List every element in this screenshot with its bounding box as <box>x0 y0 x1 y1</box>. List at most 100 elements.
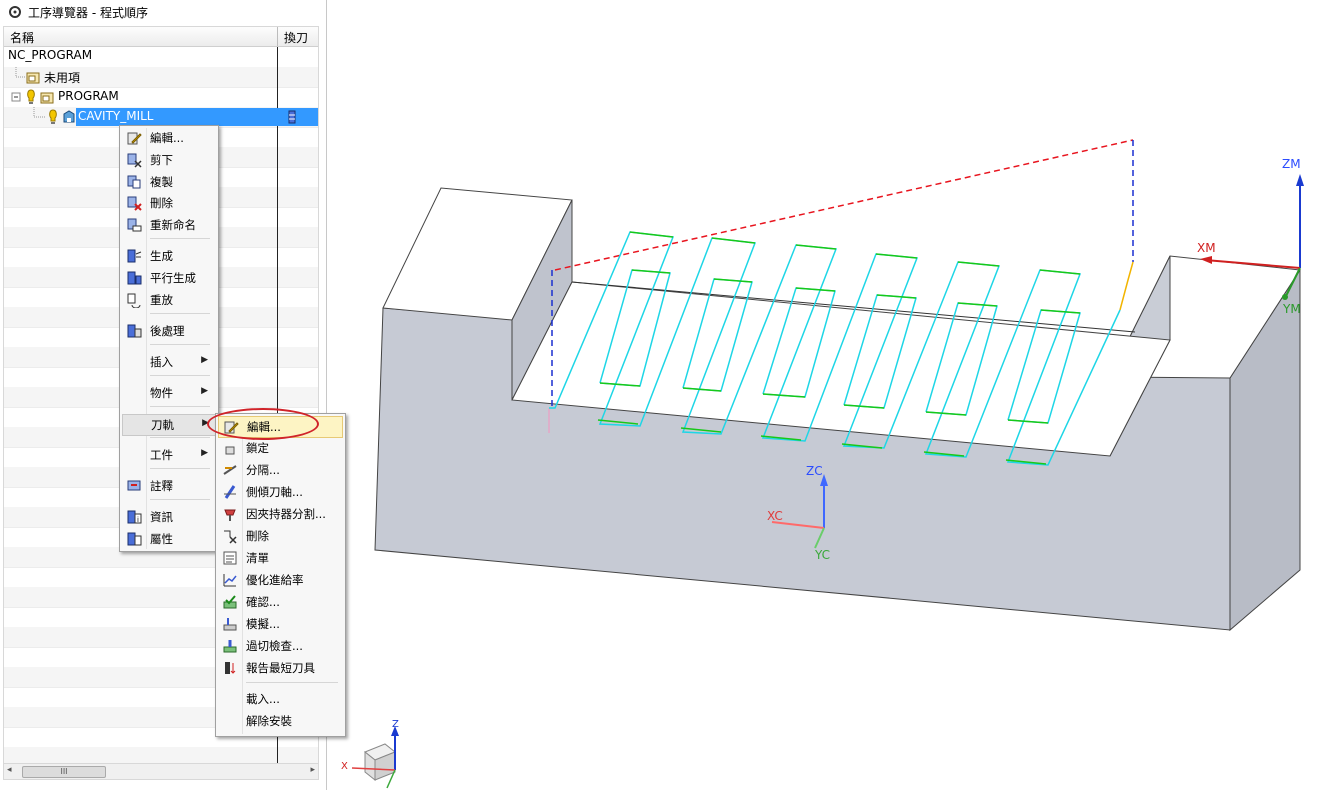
menu-item-workpiece[interactable]: 工件 ▶ <box>122 445 214 465</box>
tree-row-label: PROGRAM <box>58 89 119 103</box>
tree-row-label: NC_PROGRAM <box>8 48 93 62</box>
menu-item-insert[interactable]: 插入 ▶ <box>122 352 214 372</box>
tree-connector <box>33 107 46 118</box>
submenu-item-lock[interactable]: 鎖定 <box>218 438 341 458</box>
menu-separator <box>150 344 210 345</box>
menu-item-delete[interactable]: 刪除 <box>122 193 214 213</box>
menu-item-edit[interactable]: 編輯... <box>122 128 214 148</box>
menu-item-label: 側傾刀軸... <box>246 485 303 499</box>
highlight-circle <box>207 408 319 440</box>
menu-item-annotation[interactable]: 註釋 <box>122 476 214 496</box>
submenu-arrow-icon: ▶ <box>201 355 208 365</box>
menu-separator <box>150 313 210 314</box>
view-triad[interactable] <box>327 0 1341 790</box>
submenu-item-unload[interactable]: 解除安裝 <box>218 711 341 731</box>
menu-item-rename[interactable]: 重新命名 <box>122 215 214 235</box>
column-name[interactable]: 名稱 <box>10 29 34 46</box>
tilt-tool-axis-icon <box>222 484 238 500</box>
menu-item-label: 因夾持器分割... <box>246 507 326 521</box>
menu-item-label: 清單 <box>246 551 269 565</box>
menu-item-parallel-generate[interactable]: 平行生成 <box>122 268 214 288</box>
menu-item-label: 資訊 <box>150 510 173 524</box>
verify-icon <box>222 594 238 610</box>
tree-row-label: CAVITY_MILL <box>78 109 154 123</box>
navigator-titlebar: 工序導覽器 - 程式順序 <box>0 0 326 24</box>
horizontal-scrollbar[interactable]: ◂ III ▸ <box>3 763 319 780</box>
edit-icon <box>126 130 142 146</box>
menu-item-label: 解除安裝 <box>246 714 292 728</box>
toolpath-icon <box>127 417 143 433</box>
graphics-window[interactable]: ZC XC YC ZM XM YM Z X <box>327 0 1341 790</box>
menu-item-postprocess[interactable]: 後處理 <box>122 321 214 341</box>
scroll-thumb[interactable]: III <box>22 766 106 778</box>
menu-separator <box>150 406 210 407</box>
submenu-item-gouge-check[interactable]: 過切檢查... <box>218 636 341 656</box>
menu-item-label: 報告最短刀具 <box>246 661 315 675</box>
menu-item-label: 模擬... <box>246 617 280 631</box>
warning-bulb-icon <box>27 89 35 104</box>
menu-item-replay[interactable]: 重放 <box>122 290 214 310</box>
submenu-item-tilt-tool-axis[interactable]: 側傾刀軸... <box>218 482 341 502</box>
menu-item-label: 刪除 <box>150 196 173 210</box>
menu-item-object[interactable]: 物件 ▶ <box>122 383 214 403</box>
cut-icon <box>126 152 142 168</box>
menu-item-label: 載入... <box>246 692 280 706</box>
list-icon <box>222 550 238 566</box>
simulate-icon <box>222 616 238 632</box>
menu-separator <box>150 499 210 500</box>
submenu-item-list[interactable]: 清單 <box>218 548 341 568</box>
folder-icon <box>26 72 40 84</box>
submenu-item-optimize-feed[interactable]: 優化進給率 <box>218 570 341 590</box>
menu-item-label: 刀軌 <box>151 418 174 432</box>
menu-item-label: 工件 <box>150 448 173 462</box>
column-separator[interactable] <box>277 27 278 46</box>
split-icon <box>222 462 238 478</box>
replay-icon <box>126 292 142 309</box>
object-icon <box>126 385 142 401</box>
optimize-feed-icon <box>222 572 238 588</box>
unload-icon <box>222 713 238 729</box>
scroll-right-icon[interactable]: ▸ <box>310 765 315 775</box>
submenu-arrow-icon: ▶ <box>201 386 208 396</box>
collapse-icon[interactable] <box>10 87 24 107</box>
submenu-item-split-by-holder[interactable]: 因夾持器分割... <box>218 504 341 524</box>
submenu-arrow-icon: ▶ <box>201 448 208 458</box>
shortest-tool-icon <box>222 660 238 676</box>
column-tool-change[interactable]: 換刀 <box>284 29 308 46</box>
tree-row-nc-program[interactable]: NC_PROGRAM <box>8 48 92 62</box>
insert-icon <box>126 354 142 370</box>
gouge-check-icon <box>222 638 238 654</box>
annotation-icon <box>126 478 142 494</box>
menu-item-generate[interactable]: 生成 <box>122 246 214 266</box>
svg-text:i: i <box>137 516 139 524</box>
menu-item-label: 後處理 <box>150 324 185 338</box>
rename-icon <box>126 217 142 233</box>
menu-item-label: 屬性 <box>150 532 173 546</box>
menu-item-information[interactable]: i 資訊 <box>122 507 214 527</box>
lock-icon <box>222 440 238 456</box>
menu-item-label: 物件 <box>150 386 173 400</box>
postprocess-icon <box>126 323 142 339</box>
submenu-item-simulate[interactable]: 模擬... <box>218 614 341 634</box>
submenu-item-split[interactable]: 分隔... <box>218 460 341 480</box>
triad-x-label: X <box>341 761 348 772</box>
submenu-item-verify[interactable]: 確認... <box>218 592 341 612</box>
copy-icon <box>126 174 142 190</box>
submenu-item-delete[interactable]: 刪除 <box>218 526 341 546</box>
menu-item-label: 重新命名 <box>150 218 196 232</box>
menu-item-toolpath[interactable]: 刀軌 ▶ <box>122 414 216 436</box>
split-by-holder-icon <box>222 506 238 522</box>
menu-item-copy[interactable]: 複製 <box>122 172 214 192</box>
menu-item-properties[interactable]: 屬性 <box>122 529 214 549</box>
menu-item-label: 確認... <box>246 595 280 609</box>
menu-item-label: 分隔... <box>246 463 280 477</box>
menu-item-cut[interactable]: 剪下 <box>122 150 214 170</box>
menu-item-label: 優化進給率 <box>246 573 304 587</box>
submenu-item-shortest-tool[interactable]: 報告最短刀具 <box>218 658 341 678</box>
warning-bulb-icon <box>49 109 57 124</box>
cavity-mill-icon <box>63 110 75 123</box>
menu-item-label: 重放 <box>150 293 173 307</box>
scroll-left-icon[interactable]: ◂ <box>7 765 12 775</box>
menu-separator <box>150 238 210 239</box>
submenu-item-import[interactable]: 載入... <box>218 689 341 709</box>
